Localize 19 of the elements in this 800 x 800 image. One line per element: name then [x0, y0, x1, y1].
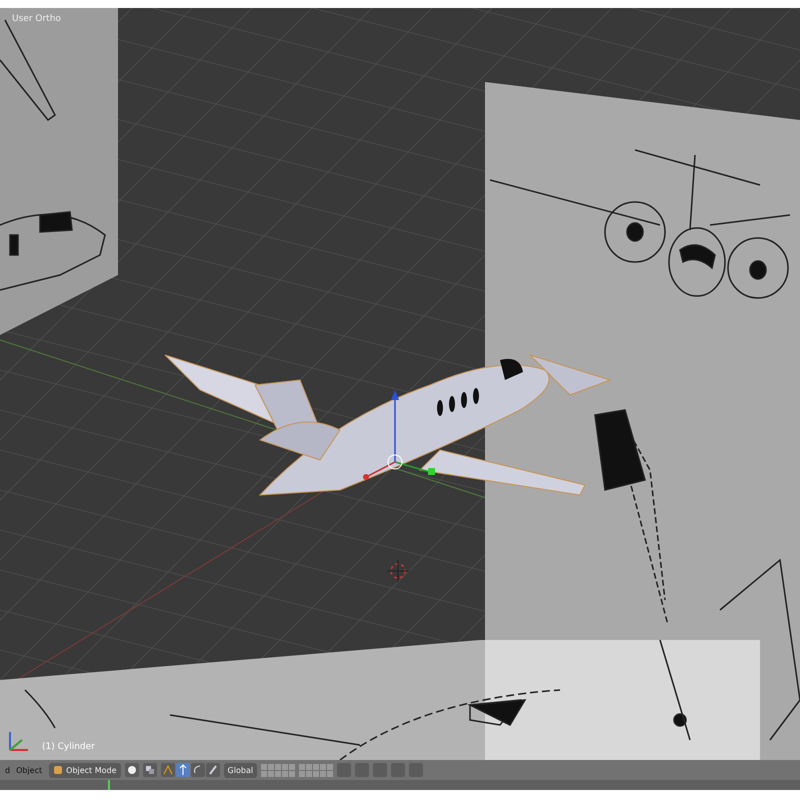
translate-manipulator-button[interactable] — [176, 763, 190, 777]
mode-dropdown[interactable]: Object Mode — [49, 762, 121, 778]
sphere-icon — [126, 765, 137, 775]
view-label: User Ortho — [12, 14, 61, 24]
squares-icon — [144, 765, 155, 775]
cube-icon — [53, 765, 64, 775]
object-label: (1) Cylinder — [42, 742, 95, 752]
pivot-dropdown[interactable] — [142, 763, 157, 777]
scale-manipulator-button[interactable] — [206, 763, 220, 777]
3d-cursor-icon — [386, 560, 410, 582]
header-menu[interactable]: Object — [13, 766, 46, 774]
header-menu[interactable]: d — [2, 766, 14, 774]
layer-buttons[interactable] — [299, 764, 334, 776]
orientation-dropdown[interactable]: Global — [224, 762, 258, 778]
frame-indicator — [108, 780, 110, 790]
shading-dropdown[interactable] — [124, 763, 139, 777]
scale-icon — [206, 764, 219, 776]
rotate-manipulator-button[interactable] — [190, 763, 205, 777]
layer-buttons[interactable] — [261, 764, 296, 776]
